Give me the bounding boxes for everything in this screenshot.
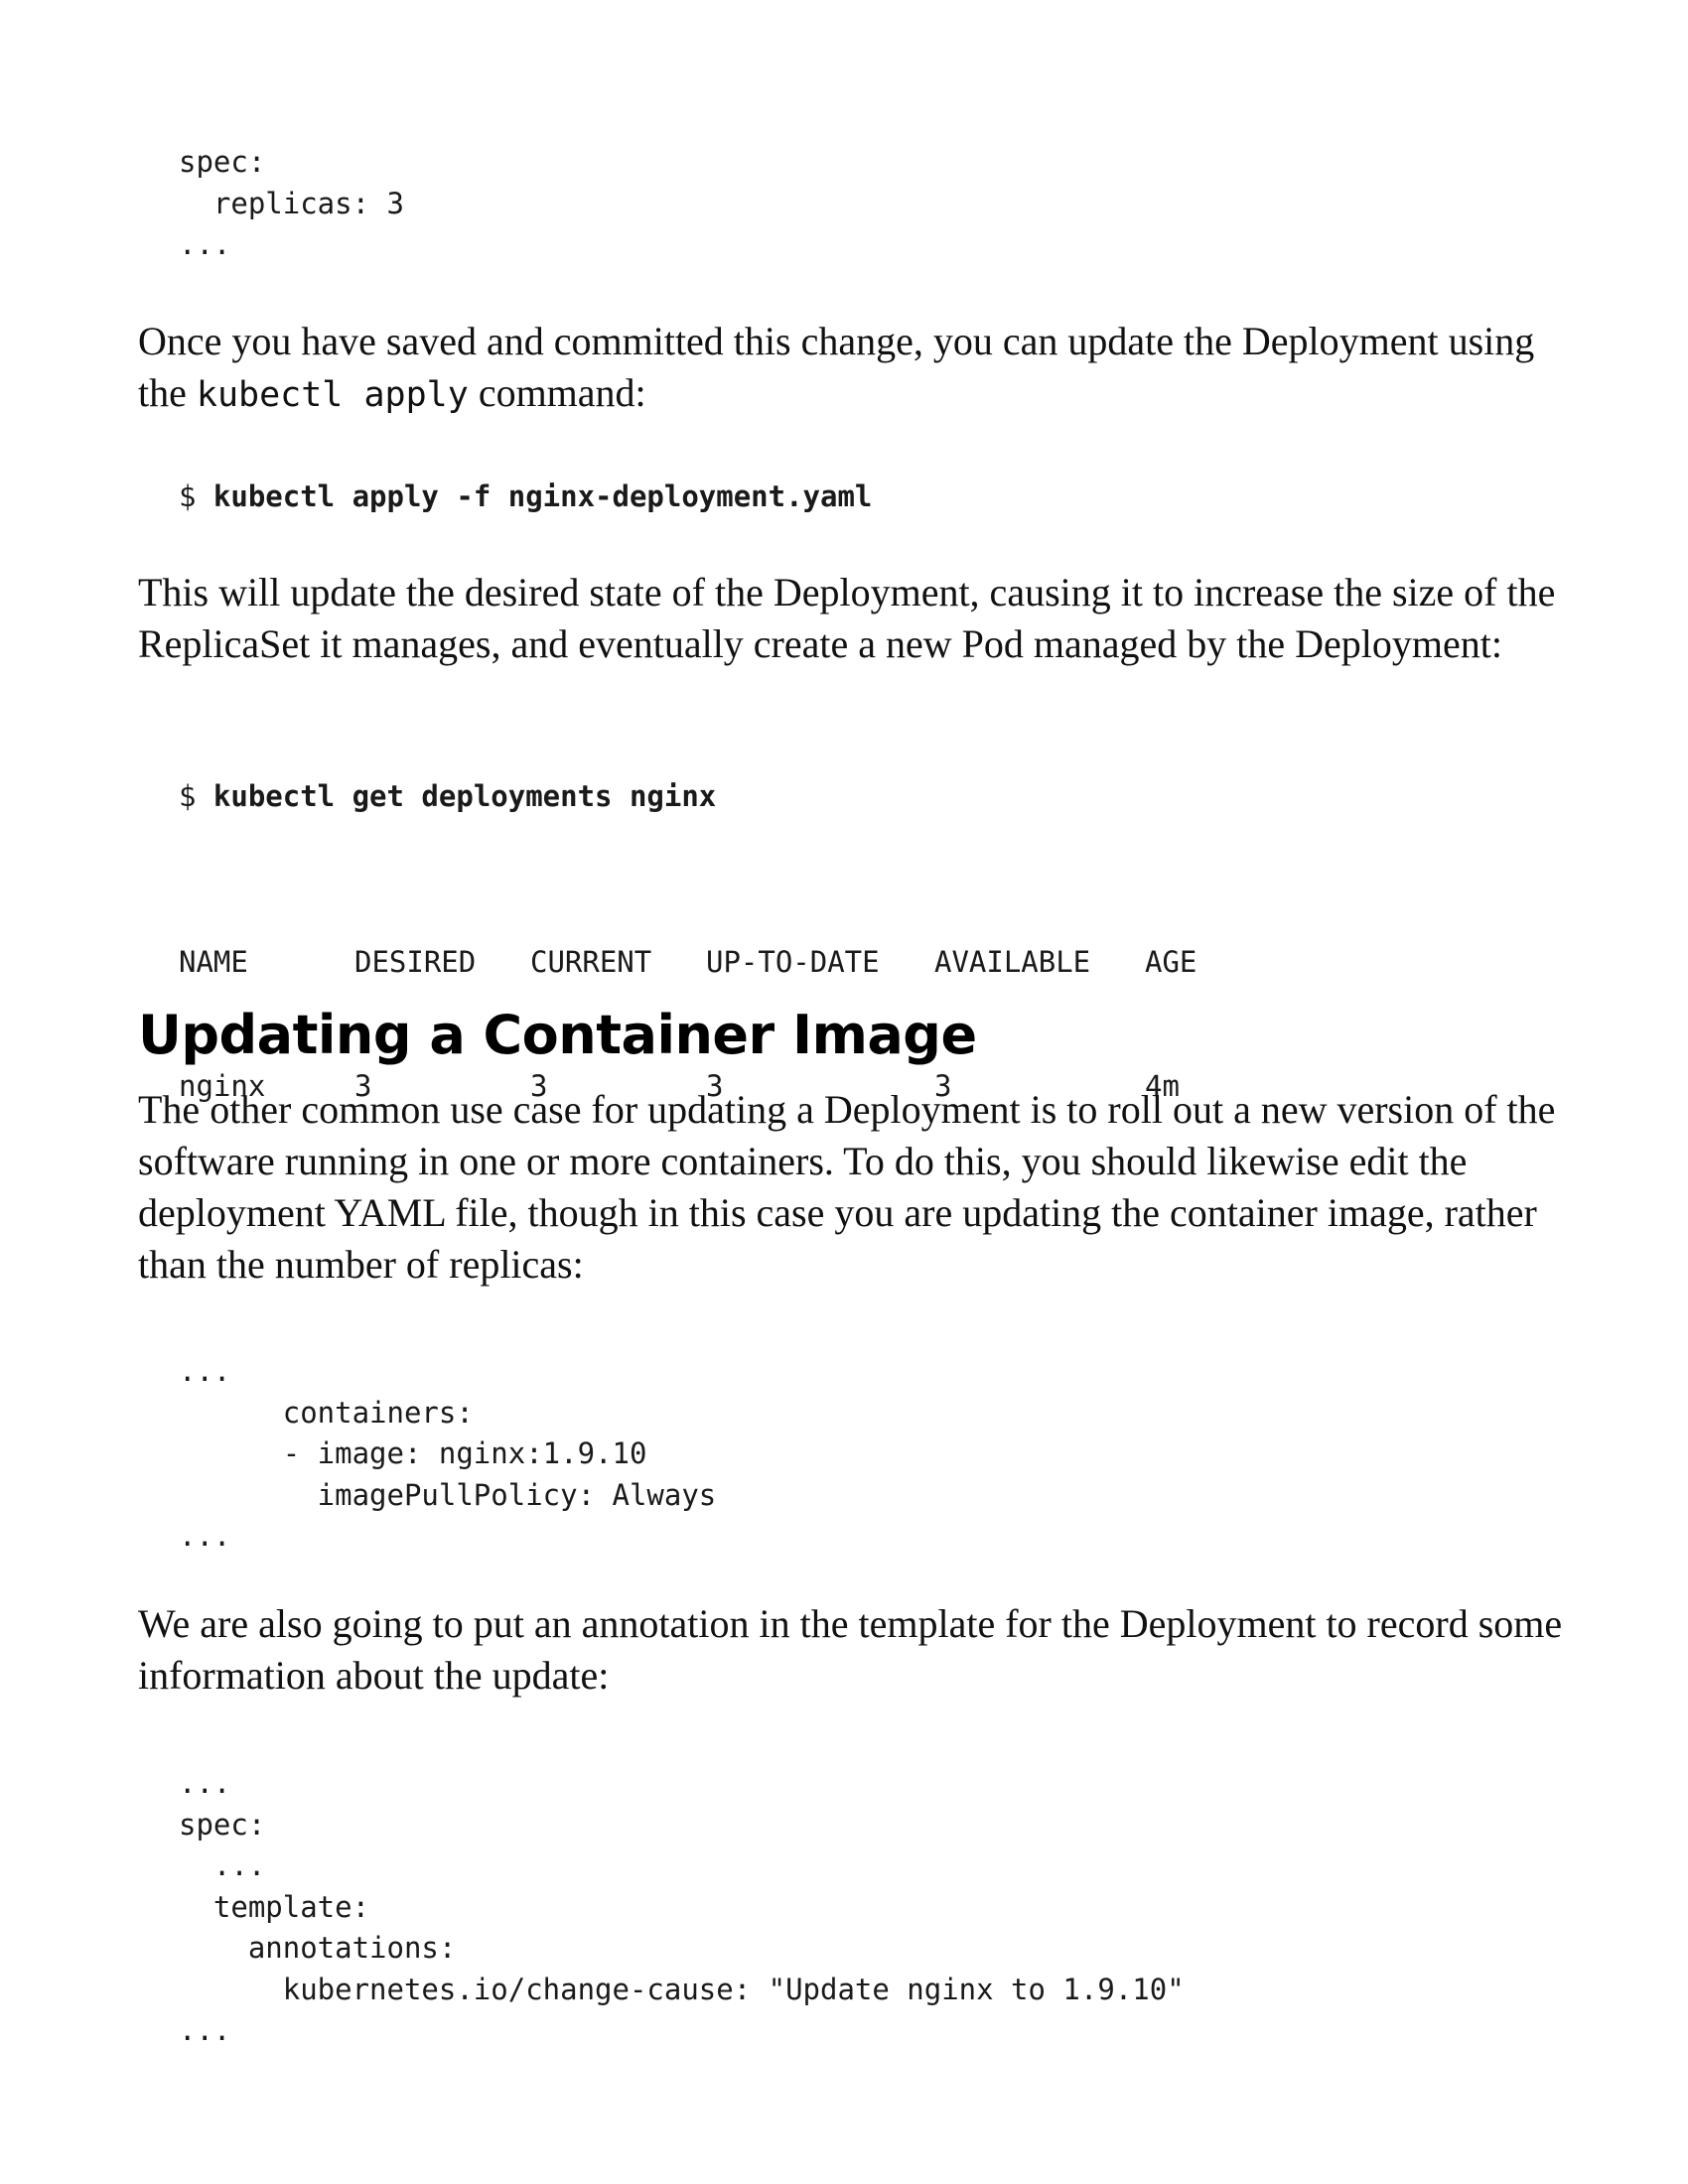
code-line: ... xyxy=(179,2013,231,2047)
code-line: kubernetes.io/change-cause: "Update ngin… xyxy=(179,1972,1185,2006)
command-kubectl-apply: $ kubectl apply -f nginx-deployment.yaml xyxy=(179,477,872,518)
paragraph-apply-intro: Once you have saved and committed this c… xyxy=(138,316,1568,421)
code-line: - image: nginx:1.9.10 xyxy=(179,1436,647,1470)
shell-prompt: $ xyxy=(179,779,213,813)
section-heading: Updating a Container Image xyxy=(138,1004,977,1066)
shell-command: kubectl get deployments nginx xyxy=(212,779,717,813)
code-line: ... xyxy=(179,1354,231,1388)
code-line: imagePullPolicy: Always xyxy=(179,1477,717,1512)
code-line: spec: xyxy=(179,1807,266,1842)
code-line: template: xyxy=(179,1889,370,1924)
code-line: ... xyxy=(179,1848,266,1882)
paragraph-annotation: We are also going to put an annotation i… xyxy=(138,1601,1563,1698)
code-line: ... xyxy=(179,1766,231,1800)
table-header-cell: AVAILABLE xyxy=(934,945,1091,979)
document-page: spec: replicas: 3... Once you have saved… xyxy=(0,0,1688,2184)
table-header-cell: NAME xyxy=(179,945,248,979)
inline-code-kubectl-apply: kubectl apply xyxy=(196,375,469,415)
command-line: $ kubectl get deployments nginx xyxy=(179,776,716,818)
paragraph-container-image: The other common use case for updating a… xyxy=(138,1087,1556,1287)
code-block-spec-replicas: spec: replicas: 3... xyxy=(179,142,404,266)
code-line: containers: xyxy=(179,1395,474,1430)
command-kubectl-get-deployments: $ kubectl get deployments nginx xyxy=(179,776,716,818)
code-line: ... xyxy=(179,1519,231,1553)
code-line: annotations: xyxy=(179,1931,457,1965)
shell-prompt: $ xyxy=(179,479,213,513)
paragraph-text: command: xyxy=(468,370,646,415)
table-header-cell: UP-TO-DATE xyxy=(706,945,880,979)
table-header-cell: DESIRED xyxy=(354,945,477,979)
paragraph-update-state: This will update the desired state of th… xyxy=(138,570,1556,666)
table-header-row: NAME DESIRED CURRENT UP-TO-DATE AVAILABLE AGE xyxy=(179,942,1224,984)
table-header-cell: CURRENT xyxy=(530,945,652,979)
shell-command: kubectl apply -f nginx-deployment.yaml xyxy=(212,479,873,513)
code-block-annotations: ... spec: ... template: annotations: kube… xyxy=(179,1763,1185,2052)
command-line: $ kubectl apply -f nginx-deployment.yaml xyxy=(179,477,872,518)
code-line: replicas: 3 xyxy=(179,186,404,220)
table-header-cell: AGE xyxy=(1145,945,1197,979)
code-line: spec: xyxy=(179,145,266,179)
code-line: ... xyxy=(179,227,231,261)
code-block-containers: ... containers: - image: nginx:1.9.10 im… xyxy=(179,1351,716,1558)
